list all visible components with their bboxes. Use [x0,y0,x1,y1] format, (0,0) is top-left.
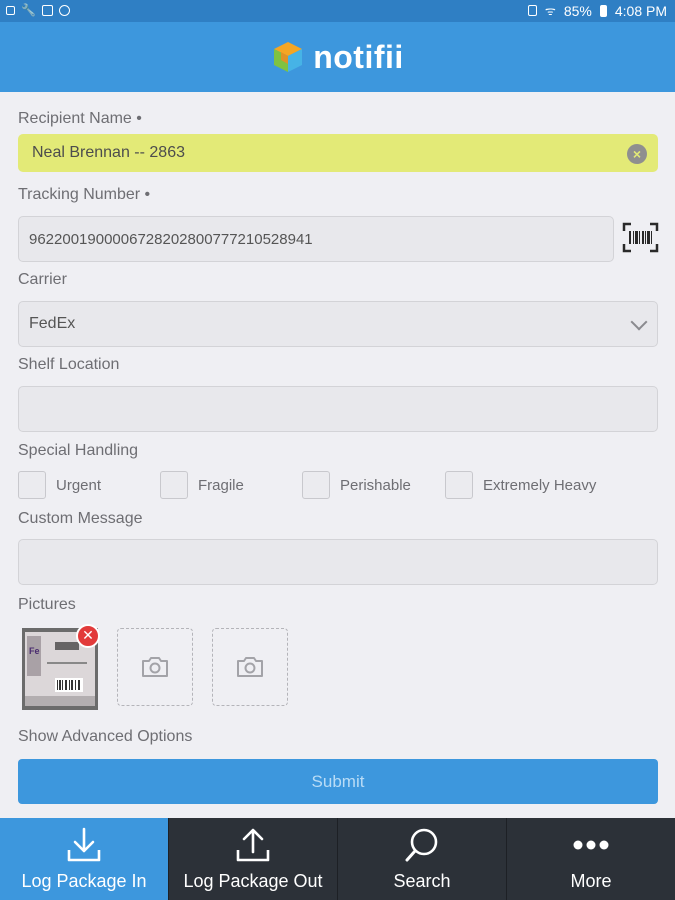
app-logo-text: notifii [313,38,404,75]
svg-text:Fe: Fe [29,646,40,656]
checkbox-label: Extremely Heavy [483,476,597,494]
special-handling-label: Special Handling [18,442,139,459]
checkbox-label: Urgent [56,476,102,494]
submit-button[interactable]: Submit [18,759,658,804]
camera-icon [237,657,263,677]
battery-level: 85% [563,2,592,19]
add-photo-slot[interactable] [117,628,193,706]
carrier-label: Carrier [18,271,67,288]
more-icon [573,840,609,850]
tracking-input[interactable]: 9622001900006728202800777210528941 [18,216,614,262]
checkbox-box[interactable] [18,471,46,499]
wifi-icon: ᯤ [544,4,556,18]
checkbox-label: Perishable [340,476,411,494]
nav-search[interactable]: Search [338,818,507,900]
special-handling-options: Urgent Fragile Perishable Extremely Heav… [18,471,658,501]
status-bar: 🔧 ᯤ 85% 4:08 PM [0,0,675,22]
notification-icon [6,5,15,15]
logo-cube-icon [274,42,303,72]
shelf-label: Shelf Location [18,356,120,373]
checkbox-box[interactable] [445,471,473,499]
image-icon [41,4,53,16]
tracking-value: 9622001900006728202800777210528941 [29,230,313,248]
wrench-icon: 🔧 [21,3,36,17]
status-icons-left: 🔧 [6,3,70,17]
nav-label: More [570,871,612,891]
clear-icon[interactable]: × [627,144,647,164]
app-header: notifii [0,22,675,92]
nav-log-package-in[interactable]: Log Package In [0,818,169,900]
shelf-input[interactable] [18,386,658,432]
remove-photo-icon[interactable]: ✕ [76,624,100,648]
checkbox-fragile[interactable]: Fragile [160,471,244,499]
pictures-label: Pictures [18,596,76,613]
bottom-nav: Log Package In Log Package Out Search Mo… [0,818,675,900]
custom-message-input[interactable] [18,539,658,585]
show-advanced-options-link[interactable]: Show Advanced Options [18,728,192,746]
photo-thumbnail[interactable]: Fe ✕ [22,624,100,710]
add-photo-slot[interactable] [212,628,288,706]
nav-label: Log Package In [21,871,147,891]
nav-label: Log Package Out [183,871,323,891]
clock: 4:08 PM [614,2,667,19]
carrier-select[interactable]: FedEx [18,301,658,347]
checkbox-urgent[interactable]: Urgent [18,471,101,499]
status-icons-right: ᯤ 85% 4:08 PM [527,2,667,19]
carrier-value: FedEx [29,315,76,332]
download-icon [67,827,101,862]
barcode-scan-icon[interactable] [622,222,659,253]
checkbox-perishable[interactable]: Perishable [302,471,411,499]
nav-label: Search [393,871,451,891]
custom-message-label: Custom Message [18,510,143,527]
upload-icon [236,828,270,862]
recipient-label: Recipient Name • [18,110,142,127]
checkbox-box[interactable] [302,471,330,499]
checkbox-extremely-heavy[interactable]: Extremely Heavy [445,471,596,499]
nav-log-package-out[interactable]: Log Package Out [169,818,338,900]
chevron-down-icon [630,313,648,331]
checkbox-box[interactable] [160,471,188,499]
battery-icon [599,4,607,17]
search-icon [405,828,438,862]
sync-icon [58,4,70,16]
submit-label: Submit [311,771,365,791]
nav-more[interactable]: More [507,818,675,900]
camera-icon [142,657,168,677]
tracking-label: Tracking Number • [18,186,151,203]
recipient-value: Neal Brennan -- 2863 [32,144,185,161]
checkbox-label: Fragile [198,476,244,494]
recipient-input[interactable]: Neal Brennan -- 2863 × [18,134,658,172]
sim-icon [527,5,537,16]
